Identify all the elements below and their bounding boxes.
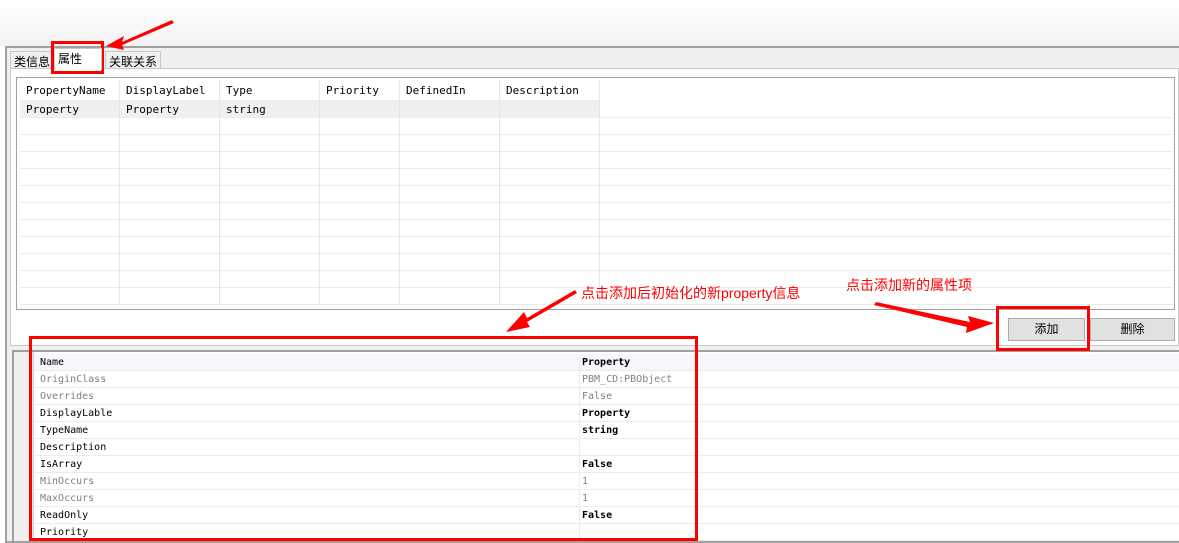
tab-properties[interactable]: 属性 [54,48,102,70]
arrow-to-property-box-icon [506,290,577,332]
annotation-arrows [106,20,994,333]
arrow-to-tab-icon [106,20,174,50]
arrow-to-add-button-icon [874,302,994,333]
